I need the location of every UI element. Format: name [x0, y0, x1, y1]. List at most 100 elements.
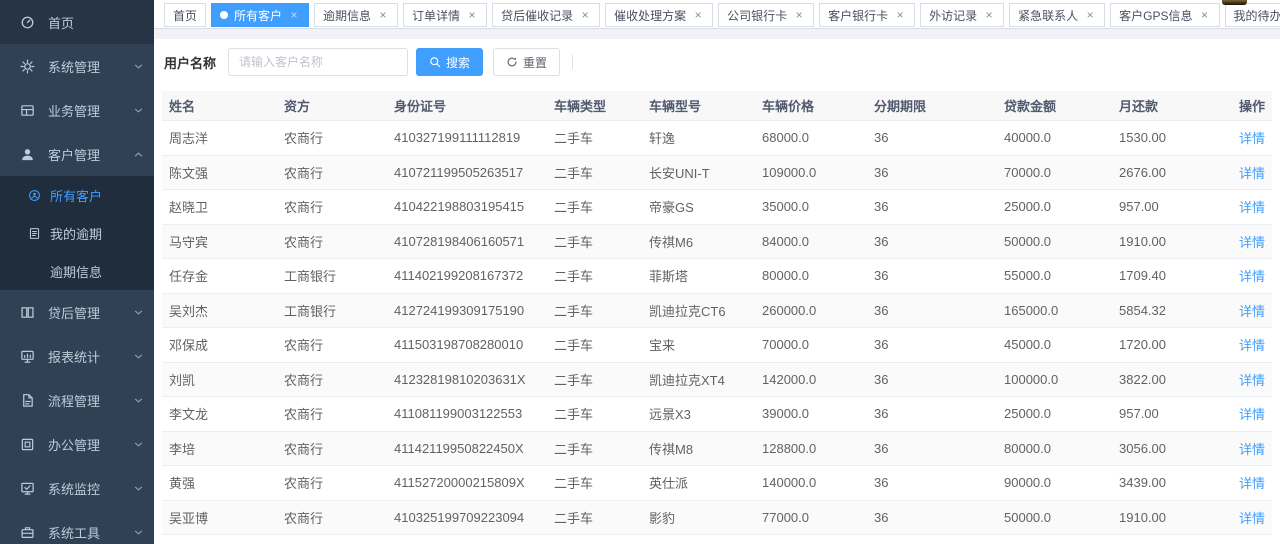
table-cell: 工商银行 — [284, 301, 394, 320]
sidebar-item-icon — [20, 525, 35, 540]
tab[interactable]: 所有客户 × — [211, 3, 309, 27]
action-cell: 详情 — [1237, 163, 1277, 182]
refresh-icon — [506, 56, 518, 68]
detail-link[interactable]: 详情 — [1239, 235, 1265, 250]
search-button-label: 搜索 — [446, 54, 470, 71]
sidebar-subitem-我的逾期[interactable]: 我的逾期 — [0, 214, 154, 252]
customer-name-input[interactable] — [228, 48, 408, 76]
tab-label: 我的待办 — [1234, 7, 1280, 24]
action-cell: 详情 — [1237, 404, 1277, 423]
table-cell: 36 — [874, 130, 1004, 145]
table-cell: 410327199111112819 — [394, 130, 554, 145]
table-row: 邓保成农商行411503198708280010二手车宝来70000.03645… — [162, 328, 1272, 363]
sidebar-item-贷后管理[interactable]: 贷后管理 — [0, 290, 154, 334]
reset-button-label: 重置 — [523, 54, 547, 71]
table-cell: 1910.00 — [1119, 510, 1237, 525]
table-cell: 36 — [874, 475, 1004, 490]
sidebar-item-icon — [20, 437, 35, 452]
detail-link[interactable]: 详情 — [1239, 407, 1265, 422]
table-cell: 5854.32 — [1119, 303, 1237, 318]
detail-link[interactable]: 详情 — [1239, 338, 1265, 353]
tab[interactable]: 贷后催收记录 × — [492, 3, 600, 27]
tab[interactable]: 客户GPS信息 × — [1110, 3, 1219, 27]
sidebar-subitem-icon — [28, 189, 41, 202]
detail-link[interactable]: 详情 — [1239, 442, 1265, 457]
table-cell: 36 — [874, 268, 1004, 283]
sidebar-subitem-label: 所有客户 — [50, 186, 102, 205]
sidebar-item-业务管理[interactable]: 业务管理 — [0, 88, 154, 132]
sidebar-subitem-所有客户[interactable]: 所有客户 — [0, 176, 154, 214]
table-cell: 412724199309175190 — [394, 303, 554, 318]
detail-link[interactable]: 详情 — [1239, 166, 1265, 181]
table-header: 姓名资方身份证号车辆类型车辆型号车辆价格分期期限贷款金额月还款操作 — [162, 91, 1272, 121]
table-cell: 刘凯 — [169, 370, 284, 389]
tab-close-icon[interactable]: × — [894, 9, 906, 21]
tab-close-icon[interactable]: × — [579, 9, 591, 21]
tab-label: 外访记录 — [929, 7, 977, 24]
tab-label: 客户GPS信息 — [1119, 7, 1192, 24]
tab[interactable]: 公司银行卡 × — [718, 3, 814, 27]
reset-button[interactable]: 重置 — [493, 48, 560, 76]
tab-close-icon[interactable]: × — [983, 9, 995, 21]
chevron-down-icon — [133, 105, 144, 116]
table-cell: 2676.00 — [1119, 165, 1237, 180]
action-cell: 详情 — [1237, 197, 1277, 216]
table-cell: 957.00 — [1119, 199, 1237, 214]
detail-link[interactable]: 详情 — [1239, 476, 1265, 491]
detail-link[interactable]: 详情 — [1239, 373, 1265, 388]
sidebar-item-办公管理[interactable]: 办公管理 — [0, 422, 154, 466]
search-button[interactable]: 搜索 — [416, 48, 483, 76]
tab[interactable]: 首页 — [164, 3, 206, 27]
sidebar-item-客户管理[interactable]: 客户管理 — [0, 132, 154, 176]
chevron-down-icon — [133, 527, 144, 538]
tab[interactable]: 外访记录 × — [920, 3, 1004, 27]
tab-close-icon[interactable]: × — [377, 9, 389, 21]
tab-close-icon[interactable]: × — [1199, 9, 1211, 21]
tab[interactable]: 订单详情 × — [403, 3, 487, 27]
table-cell: 25000.0 — [1004, 199, 1119, 214]
detail-link[interactable]: 详情 — [1239, 511, 1265, 526]
sidebar-item-label: 报表统计 — [48, 347, 100, 366]
tab[interactable]: 我的待办 × — [1225, 3, 1280, 27]
sidebar-item-label: 流程管理 — [48, 391, 100, 410]
sidebar-item-label: 首页 — [48, 13, 74, 32]
table-cell: 菲斯塔 — [649, 266, 762, 285]
detail-link[interactable]: 详情 — [1239, 269, 1265, 284]
tab-close-icon[interactable]: × — [1084, 9, 1096, 21]
table-cell: 二手车 — [554, 163, 649, 182]
chevron-down-icon — [133, 307, 144, 318]
sidebar-item-流程管理[interactable]: 流程管理 — [0, 378, 154, 422]
tab-close-icon[interactable]: × — [466, 9, 478, 21]
search-icon — [429, 56, 441, 68]
table-cell: 二手车 — [554, 404, 649, 423]
table-cell: 二手车 — [554, 335, 649, 354]
tab[interactable]: 催收处理方案 × — [605, 3, 713, 27]
table-cell: 142000.0 — [762, 372, 874, 387]
detail-link[interactable]: 详情 — [1239, 304, 1265, 319]
table-cell: 84000.0 — [762, 234, 874, 249]
sidebar-subitem-逾期信息[interactable]: 逾期信息 — [0, 252, 154, 290]
table-cell: 36 — [874, 165, 1004, 180]
table-cell: 二手车 — [554, 301, 649, 320]
detail-link[interactable]: 详情 — [1239, 200, 1265, 215]
tab[interactable]: 逾期信息 × — [314, 3, 398, 27]
sidebar-item-系统管理[interactable]: 系统管理 — [0, 44, 154, 88]
tab-close-icon[interactable]: × — [793, 9, 805, 21]
table-cell: 39000.0 — [762, 406, 874, 421]
tab[interactable]: 客户银行卡 × — [819, 3, 915, 27]
sidebar-item-系统工具[interactable]: 系统工具 — [0, 510, 154, 544]
tab-close-icon[interactable]: × — [692, 9, 704, 21]
tab-close-icon[interactable]: × — [288, 9, 300, 21]
sidebar-item-系统监控[interactable]: 系统监控 — [0, 466, 154, 510]
table-cell: 80000.0 — [762, 268, 874, 283]
tab[interactable]: 紧急联系人 × — [1009, 3, 1105, 27]
column-header: 姓名 — [169, 96, 284, 115]
sidebar-item-首页[interactable]: 首页 — [0, 0, 154, 44]
table-cell: 25000.0 — [1004, 406, 1119, 421]
sidebar-item-icon — [20, 393, 35, 408]
table-cell: 农商行 — [284, 370, 394, 389]
detail-link[interactable]: 详情 — [1239, 131, 1265, 146]
toolbar-divider — [572, 55, 573, 69]
sidebar-item-label: 贷后管理 — [48, 303, 100, 322]
sidebar-item-报表统计[interactable]: 报表统计 — [0, 334, 154, 378]
